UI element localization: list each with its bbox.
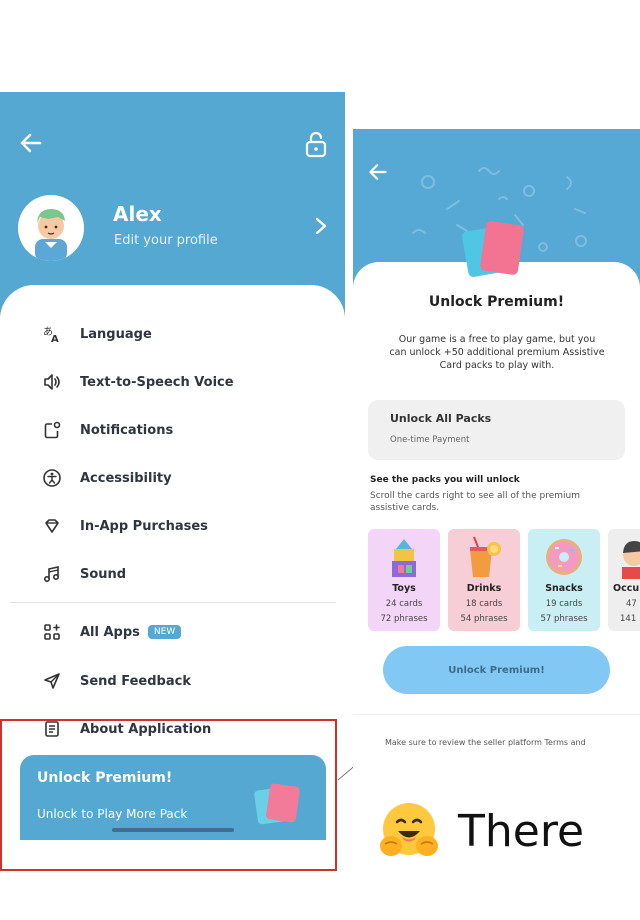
toy-blocks-icon xyxy=(392,539,416,577)
card-count: 19 cards xyxy=(545,599,583,609)
premium-description: Our game is a free to play game, but you… xyxy=(389,334,605,371)
menu-item-sound[interactable]: Sound xyxy=(40,560,126,588)
packs-heading: See the packs you will unlock xyxy=(370,475,520,485)
card-phrases: 54 phrases xyxy=(460,614,508,624)
card-phrases: 141 xyxy=(620,614,637,624)
menu-label: Accessibility xyxy=(80,470,172,486)
donut-icon xyxy=(546,539,582,575)
card-name: Toys xyxy=(392,583,416,594)
apps-grid-icon xyxy=(40,620,64,644)
person-icon xyxy=(622,541,640,579)
unlock-icon[interactable] xyxy=(303,130,329,158)
option-title: Unlock All Packs xyxy=(390,412,492,425)
premium-screen: Unlock Premium! Our game is a free to pl… xyxy=(353,129,640,859)
card-name: Snacks xyxy=(545,583,583,594)
menu-label: All Apps xyxy=(80,624,140,640)
profile-name[interactable]: Alex xyxy=(113,202,162,226)
unlock-premium-button[interactable]: Unlock Premium! xyxy=(383,646,610,694)
cards-icon xyxy=(462,221,524,277)
menu-label: In-App Purchases xyxy=(80,518,208,534)
menu-label: Notifications xyxy=(80,422,174,438)
footer-divider xyxy=(353,714,640,715)
translate-icon: あA xyxy=(40,322,64,346)
menu-label: Language xyxy=(80,326,152,342)
accessibility-icon xyxy=(40,466,64,490)
menu-label: Sound xyxy=(80,566,127,582)
menu-item-language[interactable]: あA Language xyxy=(40,320,152,348)
card-count: 24 cards xyxy=(385,599,423,609)
pack-card-snacks[interactable]: Snacks 19 cards 57 phrases xyxy=(528,529,600,631)
menu-item-tts-voice[interactable]: Text-to-Speech Voice xyxy=(40,368,234,396)
caption: There xyxy=(378,800,584,862)
unlock-all-packs-option[interactable]: Unlock All Packs One-time Payment xyxy=(368,400,625,460)
menu-item-all-apps[interactable]: All Apps NEW xyxy=(40,618,182,646)
card-name: Occu xyxy=(613,583,640,594)
menu-item-send-feedback[interactable]: Send Feedback xyxy=(40,667,191,695)
menu-item-accessibility[interactable]: Accessibility xyxy=(40,464,172,492)
option-subtitle: One-time Payment xyxy=(390,435,470,445)
pack-card-toys[interactable]: Toys 24 cards 72 phrases xyxy=(368,529,440,631)
menu-item-notifications[interactable]: Notifications xyxy=(40,416,173,444)
svg-text:A: A xyxy=(51,334,59,344)
chevron-right-icon[interactable] xyxy=(313,216,329,236)
premium-title: Unlock Premium! xyxy=(428,294,565,310)
menu-label: Send Feedback xyxy=(80,673,191,689)
terms-note: Make sure to review the seller platform … xyxy=(385,738,586,747)
packs-hint: Scroll the cards right to see all of the… xyxy=(370,491,580,513)
back-arrow-icon[interactable] xyxy=(367,161,389,183)
menu-label: Text-to-Speech Voice xyxy=(80,374,234,390)
music-note-icon xyxy=(40,562,64,586)
edit-profile-link[interactable]: Edit your profile xyxy=(114,233,218,248)
highlight-box xyxy=(0,719,337,871)
card-phrases: 57 phrases xyxy=(540,614,588,624)
menu-item-in-app-purchases[interactable]: In-App Purchases xyxy=(40,512,208,540)
card-count: 47 xyxy=(626,599,637,609)
send-icon xyxy=(40,669,64,693)
pack-card-occupations[interactable]: Occu 47 141 xyxy=(608,529,640,631)
card-name: Drinks xyxy=(466,583,502,594)
boy-avatar-icon xyxy=(18,195,84,261)
back-arrow-icon[interactable] xyxy=(18,130,44,156)
card-count: 18 cards xyxy=(465,599,503,609)
caption-text: There xyxy=(458,805,585,857)
drink-icon xyxy=(470,536,501,577)
speaker-icon xyxy=(40,370,64,394)
menu-divider xyxy=(10,602,336,603)
new-badge: NEW xyxy=(147,625,182,639)
hugging-face-emoji-icon xyxy=(380,803,438,856)
avatar[interactable] xyxy=(18,195,84,261)
pack-card-drinks[interactable]: Drinks 18 cards 54 phrases xyxy=(448,529,520,631)
card-phrases: 72 phrases xyxy=(380,614,428,624)
notification-icon xyxy=(40,418,64,442)
diamond-icon xyxy=(40,514,64,538)
